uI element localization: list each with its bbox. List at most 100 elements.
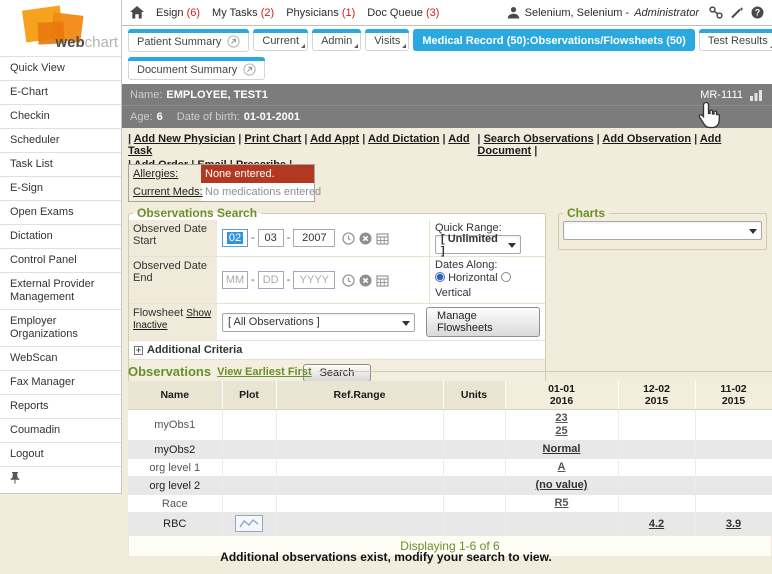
charts-select[interactable] bbox=[563, 221, 762, 240]
end-month-input[interactable]: MM bbox=[222, 271, 248, 289]
sidebar-item-e-sign[interactable]: E-Sign bbox=[0, 176, 121, 200]
bar-chart-icon[interactable] bbox=[749, 89, 764, 101]
home-icon[interactable] bbox=[130, 6, 144, 19]
obs-plot-cell bbox=[222, 441, 276, 459]
column-header-date-11-02-2015[interactable]: 11-022015 bbox=[695, 381, 772, 410]
column-header-date-01-01-2016[interactable]: 01-012016 bbox=[505, 381, 618, 410]
obs-value-link[interactable]: (no value) bbox=[508, 479, 616, 492]
obs-value-link[interactable]: A bbox=[508, 461, 616, 474]
sidebar-item-task-list[interactable]: Task List bbox=[0, 152, 121, 176]
quicklink-add-dictation[interactable]: Add Dictation bbox=[368, 133, 440, 145]
obs-value-link[interactable]: 3.9 bbox=[698, 518, 770, 531]
observations-title: Observations bbox=[128, 364, 211, 379]
obs-refrange-cell bbox=[276, 410, 443, 441]
mr-number-wrap[interactable]: MR-1111 bbox=[700, 89, 764, 101]
tab-visits[interactable]: Visits bbox=[365, 29, 409, 56]
obs-value-link[interactable]: R5 bbox=[508, 497, 616, 510]
end-year-input[interactable]: YYYY bbox=[293, 271, 335, 289]
date-icons bbox=[342, 274, 389, 287]
sidebar-item-dictation[interactable]: Dictation bbox=[0, 224, 121, 248]
tab-row-2: Document Summary bbox=[128, 57, 772, 84]
clock-icon[interactable] bbox=[342, 274, 355, 287]
start-month-input[interactable]: 02 bbox=[222, 229, 248, 247]
sidebar-item-logout[interactable]: Logout bbox=[0, 442, 121, 466]
clear-date-icon[interactable] bbox=[359, 274, 372, 287]
additional-criteria-toggle[interactable]: + Additional Criteria bbox=[129, 341, 545, 360]
sidebar-item-quick-view[interactable]: Quick View bbox=[0, 56, 121, 80]
start-year-input[interactable]: 2007 bbox=[293, 229, 335, 247]
tab-patient-summary[interactable]: Patient Summary bbox=[128, 29, 249, 56]
quicklink-add-new-physician[interactable]: Add New Physician bbox=[134, 133, 235, 145]
allergies-link[interactable]: Allergies: bbox=[129, 165, 201, 183]
sidebar-item-external-provider-management[interactable]: External Provider Management bbox=[0, 272, 121, 309]
end-day-input[interactable]: DD bbox=[258, 271, 284, 289]
sidebar-item-checkin[interactable]: Checkin bbox=[0, 104, 121, 128]
start-day-input[interactable]: 03 bbox=[258, 229, 284, 247]
quicklink-add-observation[interactable]: Add Observation bbox=[602, 133, 691, 145]
tab-test-results[interactable]: Test Results bbox=[699, 29, 772, 56]
flowsheet-label: Flowsheet bbox=[133, 307, 183, 319]
current-meds-link[interactable]: Current Meds: bbox=[129, 183, 201, 201]
obs-name-cell: myObs2 bbox=[128, 441, 222, 459]
topnav-item-doc-queue[interactable]: Doc Queue (3) bbox=[367, 7, 439, 19]
tab-body: Visits bbox=[365, 33, 409, 51]
link-icon[interactable] bbox=[709, 6, 723, 19]
quicklink-print-chart[interactable]: Print Chart bbox=[244, 133, 301, 145]
sidebar-item-webscan[interactable]: WebScan bbox=[0, 346, 121, 370]
additional-criteria-label: Additional Criteria bbox=[147, 344, 242, 356]
sidebar-item-reports[interactable]: Reports bbox=[0, 394, 121, 418]
date-start-row: Observed Date Start 02 - 03 - 2007 Quick… bbox=[129, 220, 545, 257]
expand-plus-icon: + bbox=[134, 346, 143, 355]
sidebar-item-coumadin[interactable]: Coumadin bbox=[0, 418, 121, 442]
column-header-date-12-02-2015[interactable]: 12-022015 bbox=[618, 381, 695, 410]
sidebar-item-open-exams[interactable]: Open Exams bbox=[0, 200, 121, 224]
alert-box: Allergies: None entered. Current Meds: N… bbox=[128, 164, 315, 202]
wand-icon[interactable] bbox=[730, 6, 744, 19]
calendar-icon[interactable] bbox=[376, 232, 389, 245]
patient-name: EMPLOYEE, TEST1 bbox=[166, 89, 267, 101]
sidebar-pin-row[interactable] bbox=[0, 466, 121, 493]
quick-range-select[interactable]: [ Unlimited ] bbox=[435, 235, 521, 254]
user-menu[interactable]: Selenium, Selenium - Administrator bbox=[507, 6, 699, 19]
obs-value-cell: (no value) bbox=[505, 477, 618, 495]
observation-row-org-level-1: org level 1A bbox=[128, 459, 772, 477]
obs-name-cell: Race bbox=[128, 495, 222, 513]
sidebar-item-scheduler[interactable]: Scheduler bbox=[0, 128, 121, 152]
obs-value-link[interactable]: 4.2 bbox=[621, 518, 693, 531]
sidebar-item-control-panel[interactable]: Control Panel bbox=[0, 248, 121, 272]
pushpin-icon[interactable] bbox=[10, 471, 20, 484]
manage-flowsheets-button[interactable]: Manage Flowsheets bbox=[426, 307, 540, 337]
tab-document-summary[interactable]: Document Summary bbox=[128, 57, 265, 84]
sidebar-item-fax-manager[interactable]: Fax Manager bbox=[0, 370, 121, 394]
topnav-item-esign[interactable]: Esign (6) bbox=[156, 7, 200, 19]
obs-value-link[interactable]: 23 bbox=[508, 412, 616, 425]
obs-name-cell: org level 2 bbox=[128, 477, 222, 495]
obs-value-cell: R5 bbox=[505, 495, 618, 513]
quicklink-add-appt[interactable]: Add Appt bbox=[310, 133, 359, 145]
vertical-radio[interactable] bbox=[501, 272, 511, 282]
dropdown-arrow-icon bbox=[402, 321, 410, 326]
tab-current[interactable]: Current bbox=[253, 29, 308, 56]
help-icon[interactable]: ? bbox=[751, 6, 764, 19]
obs-name-cell: myObs1 bbox=[128, 410, 222, 441]
sidebar-item-e-chart[interactable]: E-Chart bbox=[0, 80, 121, 104]
topnav-item-physicians[interactable]: Physicians (1) bbox=[286, 7, 355, 19]
topnav-item-my-tasks[interactable]: My Tasks (2) bbox=[212, 7, 274, 19]
obs-value-link[interactable]: 25 bbox=[508, 425, 616, 438]
obs-value-link[interactable]: Normal bbox=[508, 443, 616, 456]
quicklink-search-observations[interactable]: Search Observations bbox=[484, 133, 594, 145]
plot-chart-button[interactable] bbox=[235, 515, 263, 532]
column-header-plot: Plot bbox=[222, 381, 276, 410]
dob-value: 01-01-2001 bbox=[244, 111, 300, 123]
clock-icon[interactable] bbox=[342, 232, 355, 245]
view-earliest-first-link[interactable]: View Earliest First bbox=[217, 366, 312, 378]
obs-value-cell bbox=[618, 441, 695, 459]
calendar-icon[interactable] bbox=[376, 274, 389, 287]
sidebar-item-employer-organizations[interactable]: Employer Organizations bbox=[0, 309, 121, 346]
horizontal-radio[interactable] bbox=[435, 272, 445, 282]
flowsheet-select[interactable]: [ All Observations ] bbox=[222, 313, 415, 332]
tab-medical-record-50-observations-flowsheets-50[interactable]: Medical Record (50):Observations/Flowshe… bbox=[413, 29, 694, 56]
tab-admin[interactable]: Admin bbox=[312, 29, 361, 56]
clear-date-icon[interactable] bbox=[359, 232, 372, 245]
obs-refrange-cell bbox=[276, 513, 443, 536]
